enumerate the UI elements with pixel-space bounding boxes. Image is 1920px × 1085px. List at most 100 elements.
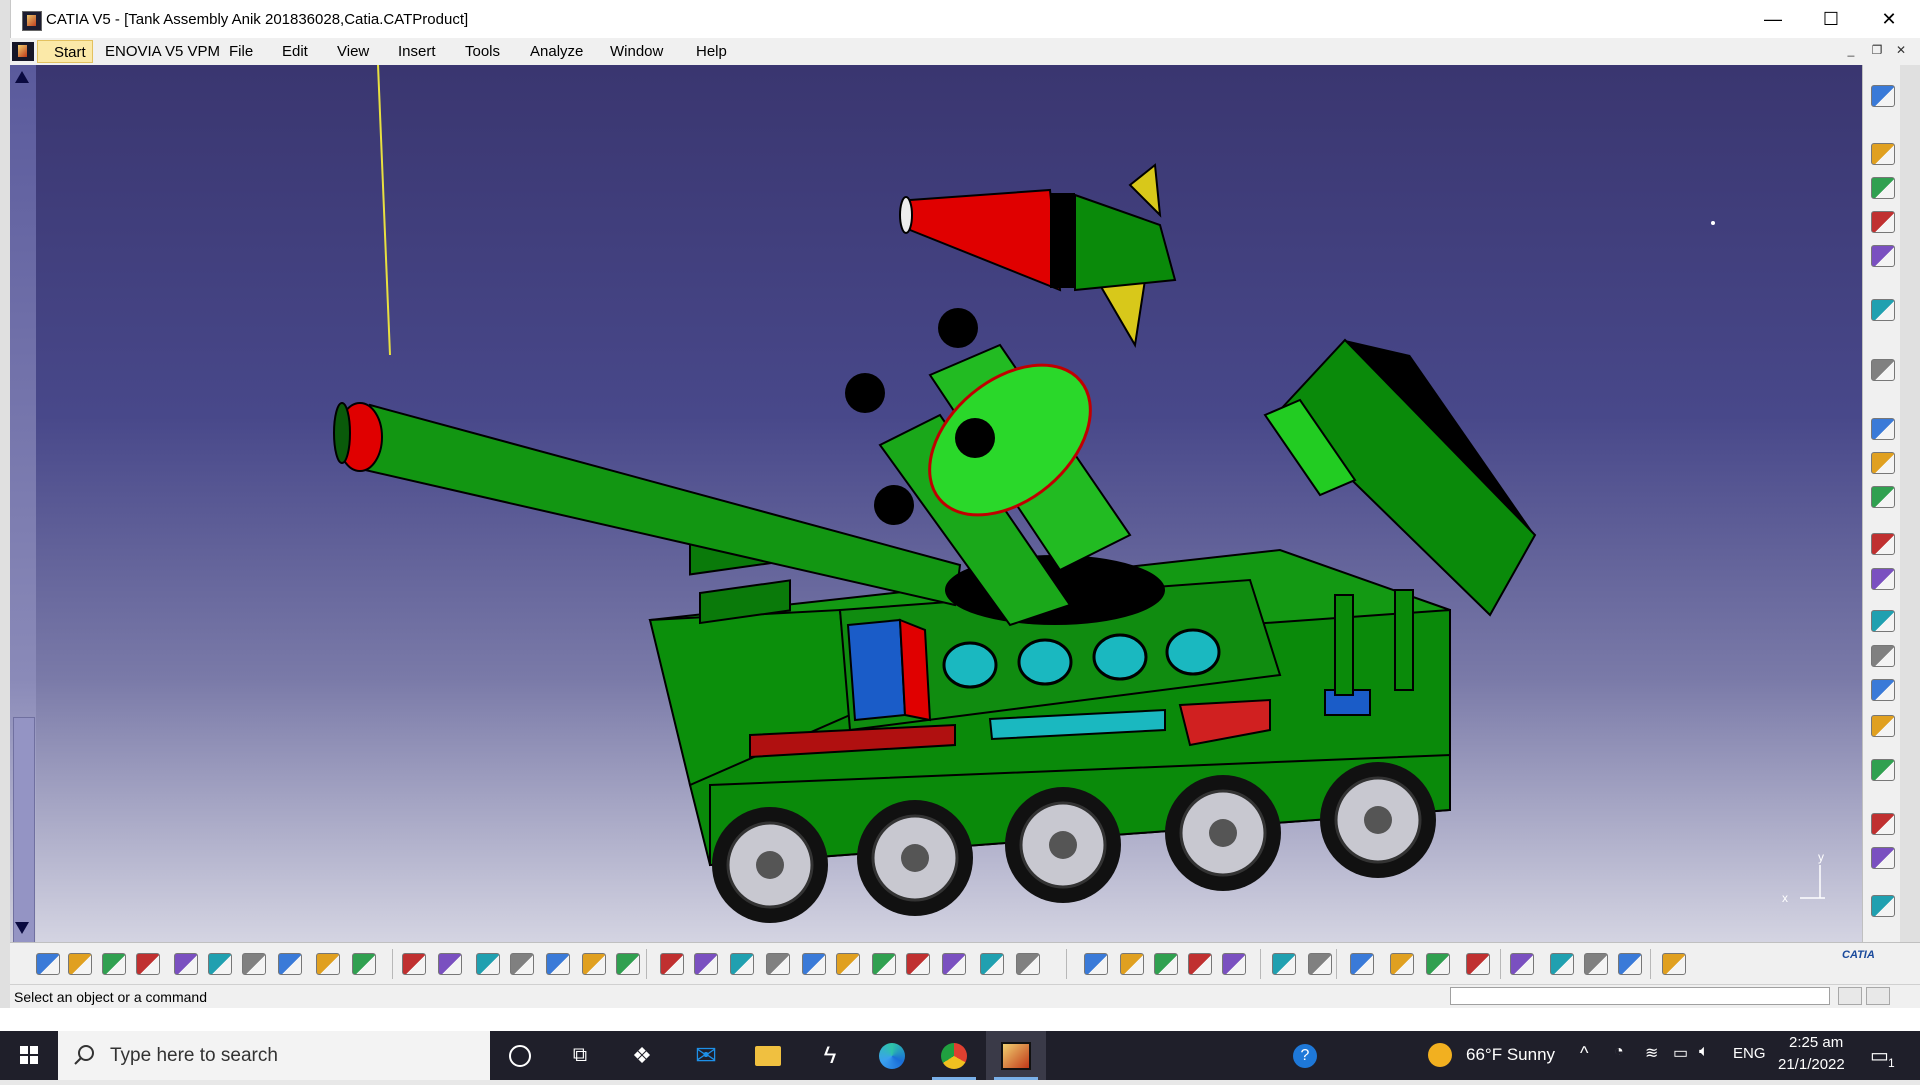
view-compass[interactable]: x y [1782, 850, 1825, 905]
rotate-icon[interactable] [766, 953, 790, 975]
select-arrow-icon[interactable] [1871, 299, 1895, 321]
menu-file[interactable]: File [229, 43, 253, 60]
minimize-button[interactable]: — [1744, 0, 1802, 38]
scroll-up-icon[interactable] [15, 71, 29, 83]
chevron-up-icon[interactable]: ^ [1580, 1043, 1588, 1064]
close-button[interactable]: ✕ [1860, 0, 1918, 38]
print-icon[interactable] [136, 953, 160, 975]
menu-start[interactable]: Start [37, 40, 93, 63]
normal-view-icon[interactable] [872, 953, 896, 975]
mail-button[interactable]: ✉ [676, 1031, 736, 1080]
maximize-button[interactable]: ☐ [1802, 0, 1860, 38]
menu-help[interactable]: Help [696, 43, 727, 60]
catalog-icon[interactable] [1871, 759, 1895, 781]
menu-tools[interactable]: Tools [465, 43, 500, 60]
constraint-icon[interactable] [1871, 452, 1895, 474]
open-icon[interactable] [68, 953, 92, 975]
wifi-icon[interactable]: ≋ [1645, 1043, 1658, 1063]
zoom-out-icon[interactable] [836, 953, 860, 975]
knowledge-icon[interactable] [438, 953, 462, 975]
grid-icon[interactable] [1662, 953, 1686, 975]
zoom-in-icon[interactable] [802, 953, 826, 975]
vertical-scrollbar[interactable] [10, 65, 36, 984]
clock-date[interactable]: 21/1/2022 [1778, 1056, 1845, 1073]
menu-view[interactable]: View [337, 43, 369, 60]
3d-viewport[interactable]: x y [10, 65, 1862, 942]
menu-window[interactable]: Window [610, 43, 663, 60]
table-icon[interactable] [510, 953, 534, 975]
cut-icon[interactable] [174, 953, 198, 975]
scroll-down-icon[interactable] [15, 922, 29, 934]
save-icon[interactable] [102, 953, 126, 975]
command-option-button[interactable] [1866, 987, 1890, 1005]
redo-icon[interactable] [316, 953, 340, 975]
battery-icon[interactable]: ▭ [1673, 1043, 1688, 1063]
command-input[interactable] [1450, 987, 1830, 1005]
notification-icon[interactable]: ▭ [1870, 1043, 1889, 1068]
analysis-icon[interactable] [1390, 953, 1414, 975]
pan-icon[interactable] [730, 953, 754, 975]
file-explorer-button[interactable] [738, 1031, 798, 1080]
help-button[interactable]: ? [1275, 1031, 1335, 1080]
swap-icon[interactable] [1084, 953, 1108, 975]
refresh-icon[interactable] [1466, 953, 1490, 975]
catalog-browser-icon[interactable] [1222, 953, 1246, 975]
formula-icon[interactable] [402, 953, 426, 975]
color-icon[interactable] [1618, 953, 1642, 975]
fit-all-icon[interactable] [694, 953, 718, 975]
clock-time[interactable]: 2:25 am [1789, 1034, 1843, 1051]
constraint-icon[interactable] [1871, 486, 1895, 508]
insert-icon[interactable] [1871, 568, 1895, 590]
measure-icon[interactable] [1350, 953, 1374, 975]
paste-icon[interactable] [242, 953, 266, 975]
catalog-icon[interactable] [582, 953, 606, 975]
whats-this-icon[interactable] [352, 953, 376, 975]
edge-button[interactable] [862, 1031, 922, 1080]
graph-icon[interactable] [546, 953, 570, 975]
shading-icon[interactable] [980, 953, 1004, 975]
update-all-icon[interactable] [1308, 953, 1332, 975]
menu-enovia[interactable]: ENOVIA V5 VPM [105, 43, 220, 60]
dropbox-button[interactable]: ❖ [612, 1031, 672, 1080]
command-button[interactable] [1838, 987, 1862, 1005]
menu-insert[interactable]: Insert [398, 43, 436, 60]
mdi-minimize-button[interactable]: _ [1844, 42, 1858, 58]
assembly-icon[interactable] [1871, 895, 1895, 917]
chrome-button[interactable] [924, 1031, 984, 1080]
compass-icon[interactable] [1871, 85, 1895, 107]
mdi-restore-button[interactable]: ❐ [1870, 42, 1884, 58]
light-icon[interactable] [476, 953, 500, 975]
multi-view-icon[interactable] [906, 953, 930, 975]
windows-start-button[interactable] [0, 1031, 58, 1080]
move-icon[interactable] [1871, 359, 1895, 381]
hide-show-icon[interactable] [1016, 953, 1040, 975]
iso-view-icon[interactable] [942, 953, 966, 975]
volume-icon[interactable]: 🔈︎ [1699, 1043, 1709, 1061]
copy-icon[interactable] [208, 953, 232, 975]
product-structure-icon[interactable] [1871, 245, 1895, 267]
skip-icon[interactable] [1154, 953, 1178, 975]
menu-analyze[interactable]: Analyze [530, 43, 583, 60]
catalog-browser-icon[interactable] [1188, 953, 1212, 975]
language-indicator[interactable]: ENG [1733, 1045, 1766, 1062]
constraint-icon[interactable] [1871, 418, 1895, 440]
render-icon[interactable] [1550, 953, 1574, 975]
render-icon[interactable] [1584, 953, 1608, 975]
catalog-icon[interactable] [1871, 679, 1895, 701]
new-icon[interactable] [36, 953, 60, 975]
compare-icon[interactable] [1120, 953, 1144, 975]
mdi-close-button[interactable]: ✕ [1894, 42, 1908, 58]
fly-icon[interactable] [660, 953, 684, 975]
assembly-icon[interactable] [1871, 813, 1895, 835]
insert-icon[interactable] [1871, 533, 1895, 555]
menu-edit[interactable]: Edit [282, 43, 308, 60]
task-view-button[interactable]: ⧉ [550, 1031, 610, 1080]
assembly-icon[interactable] [1871, 847, 1895, 869]
update-icon[interactable] [1871, 645, 1895, 667]
plugin-icon[interactable] [616, 953, 640, 975]
cortana-button[interactable] [490, 1031, 550, 1080]
plane-icon[interactable] [1510, 953, 1534, 975]
taskbar-search-box[interactable]: Type here to search [58, 1031, 490, 1080]
product-structure-icon[interactable] [1871, 211, 1895, 233]
catia-taskbar-button[interactable] [986, 1031, 1046, 1080]
